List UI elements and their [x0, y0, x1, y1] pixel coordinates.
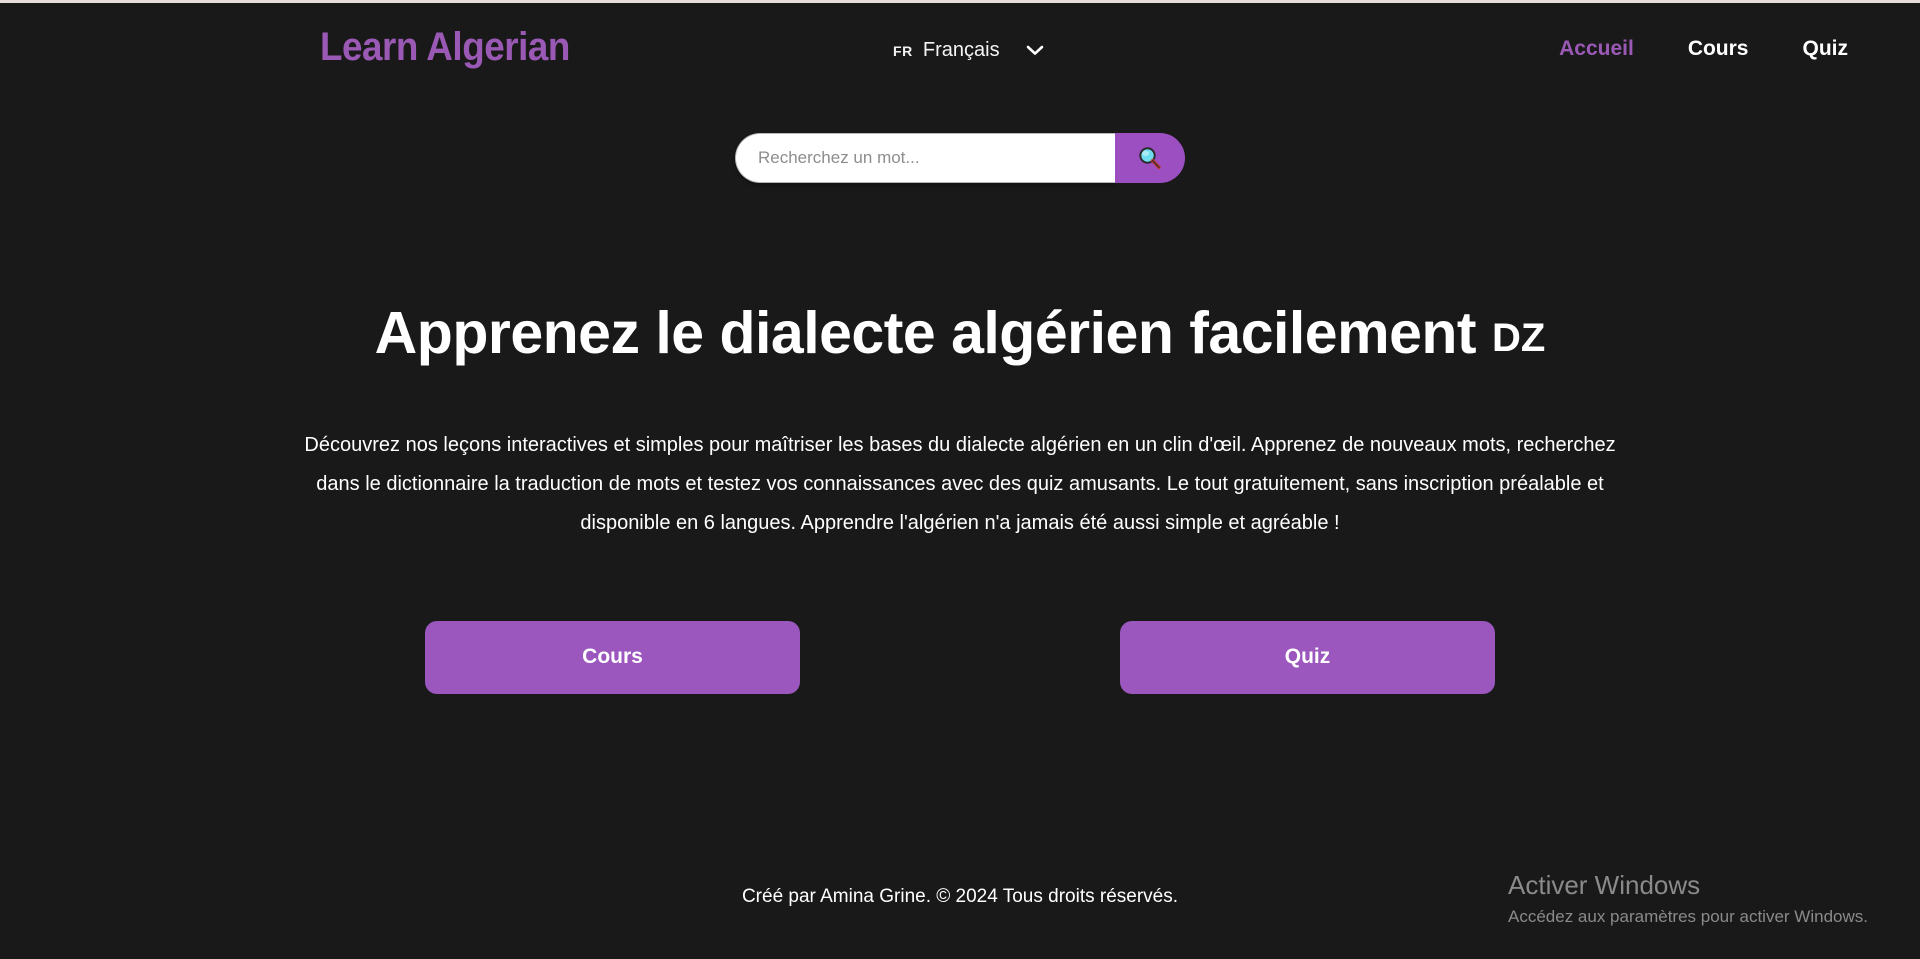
footer-copyright: Créé par Amina Grine. © 2024 Tous droits…	[741, 885, 1179, 907]
site-header: Learn Algerian FR Français Accueil Cours…	[0, 3, 1920, 88]
chevron-down-icon	[1026, 45, 1044, 56]
hero-description: Découvrez nos leçons interactives et sim…	[304, 433, 1616, 534]
search-button[interactable]	[1115, 133, 1185, 183]
search-icon	[1137, 145, 1163, 171]
language-code: FR	[893, 42, 913, 59]
search-bar	[735, 133, 1185, 183]
browser-top-edge	[0, 0, 1920, 3]
cours-button[interactable]: Cours	[425, 620, 800, 694]
site-footer: Créé par Amina Grine. © 2024 Tous droits…	[0, 834, 1920, 959]
nav-link-quiz[interactable]: Quiz	[1803, 37, 1849, 61]
hero-section: Apprenez le dialecte algérien facilement…	[0, 301, 1920, 694]
page-title: Apprenez le dialecte algérien facilement…	[0, 301, 1920, 366]
hero-title-text: Apprenez le dialecte algérien facilement	[374, 300, 1477, 366]
language-selector[interactable]: FR Français	[893, 39, 1044, 62]
country-flag-dz-icon: DZ	[1491, 316, 1546, 360]
language-name: Français	[922, 39, 1000, 61]
quiz-button[interactable]: Quiz	[1120, 620, 1495, 694]
brand-logo[interactable]: Learn Algerian	[320, 25, 570, 70]
cta-button-row: Cours Quiz	[0, 620, 1920, 694]
search-input[interactable]	[735, 133, 1115, 183]
nav-link-accueil[interactable]: Accueil	[1559, 37, 1634, 61]
search-section	[0, 133, 1920, 183]
main-nav: Accueil Cours Quiz	[1559, 37, 1848, 61]
nav-link-cours[interactable]: Cours	[1688, 37, 1749, 61]
page-root: Learn Algerian FR Français Accueil Cours…	[0, 0, 1920, 959]
